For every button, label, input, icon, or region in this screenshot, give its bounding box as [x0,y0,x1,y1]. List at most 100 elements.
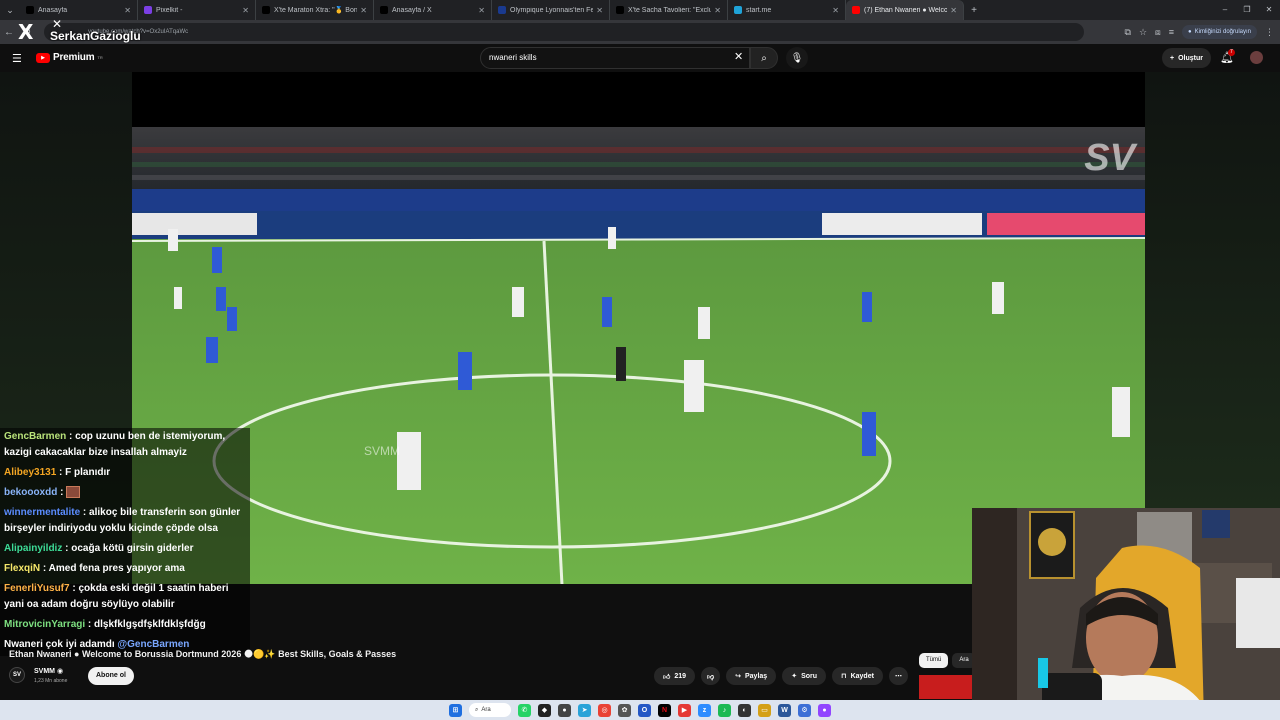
close-tab-icon[interactable]: ✕ [950,6,957,15]
streamer-handle: SerkanGazioglu [50,29,141,43]
video-watermark-text: SVMM [364,444,400,458]
close-tab-icon[interactable]: ✕ [360,6,367,15]
webcam-image [972,508,1280,720]
chat-username: bekoooxdd [4,487,58,498]
youtube-header: ☰ ▶ Premium TR nwaneri skills ✕ ⌕ 🎙 + Olu… [0,44,1280,72]
browser-tab-strip: ⌄ Anasayfa ✕ Pixelkit - ✕ X'te Maraton Xtra:… [0,0,1280,20]
channel-avatar[interactable]: SV [9,667,25,683]
chat-message: FenerliYusuf7 : çokda eski değil 1 saati… [0,580,250,616]
thumbs-up-icon: 👍︎ [663,673,671,681]
like-button[interactable]: 👍︎ 219 [654,667,696,685]
search-input[interactable]: nwaneri skills [480,47,750,69]
dislike-button[interactable]: 👎︎ [701,667,721,685]
profile-icon: ● [1188,29,1192,35]
back-icon[interactable]: ← [0,20,18,44]
bookmark-star-icon[interactable]: ☆ [1139,27,1147,38]
tab-search-chevron-icon[interactable]: ⌄ [0,0,20,20]
menu-hamburger-icon[interactable]: ☰ [12,52,22,65]
startme-icon [734,6,742,14]
close-tab-icon[interactable]: ✕ [714,6,721,15]
github-icon[interactable]: ● [558,703,571,717]
search-icon: ⌕ [475,706,479,713]
extensions-icon[interactable]: ⧈ [1155,27,1161,38]
browser-tab-label: (7) Ethan Nwaneri ● Welcom [864,6,948,14]
chat-separator: : [62,543,72,554]
youtube-logo[interactable]: ▶ Premium TR [36,52,103,63]
recommendation-chips: Tümü Ara [919,653,976,668]
telegram-icon[interactable]: ➤ [578,703,591,717]
whatsapp-icon[interactable]: ✆ [518,703,531,717]
chat-separator: : [66,431,76,442]
browser-tab[interactable]: (7) Ethan Nwaneri ● Welcom ✕ [846,0,964,20]
browser-tab[interactable]: Olympique Lyonnais'ten Fenerb✕ [492,0,610,20]
office-icon[interactable]: O [638,703,651,717]
media-controls-icon[interactable]: ≡ [1169,27,1174,37]
chat-message: Alipainyildiz : ocağa kötü girsin giderl… [0,540,250,560]
x-logo-icon: X [18,20,34,44]
subscriber-count: 1,23 Mn abone [34,678,68,684]
media-icon[interactable]: ▶ [678,703,691,717]
more-actions-button[interactable]: ⋯ [888,667,908,685]
minimize-icon[interactable]: – [1214,0,1236,20]
windows-start-icon[interactable]: ⊞ [449,703,462,717]
new-tab-button[interactable]: + [964,5,984,16]
chat-separator: : [40,563,49,574]
like-count: 219 [674,672,687,680]
taskbar-search[interactable]: ⌕ Ara [469,703,511,717]
chat-text: ocağa kötü girsin giderler [71,543,194,554]
browser-tab[interactable]: Anasayfa ✕ [20,0,138,20]
browser-tab[interactable]: start.me ✕ [728,0,846,20]
subscribe-button[interactable]: Abone ol [88,667,134,685]
chat-username: winnermentalite [4,507,81,518]
browser-menu-icon[interactable]: ⋮ [1265,27,1274,38]
chat-separator: : [80,507,90,518]
browser-tab-label: Anasayfa / X [392,6,432,14]
ask-button[interactable]: ✦ Soru [782,667,827,685]
game-icon[interactable]: ◐ [738,703,751,717]
create-button[interactable]: + Oluştur [1162,48,1211,68]
chat-message: bekoooxdd : [0,484,250,504]
browser-tab[interactable]: Pixelkit - ✕ [138,0,256,20]
recommendation-thumbnail[interactable] [919,675,974,699]
obs-icon[interactable]: ● [818,703,831,717]
account-avatar[interactable] [1250,51,1263,64]
browser-tab[interactable]: X'te Sacha Tavolieri: "Exclus ✕ [610,0,728,20]
maximize-icon[interactable]: ❐ [1236,0,1258,20]
chatgpt-icon[interactable]: ✿ [618,703,631,717]
netflix-icon[interactable]: N [658,703,671,717]
verify-identity-button[interactable]: ● Kimliğinizi doğrulayın [1182,25,1257,39]
chat-username: GencBarmen [4,431,67,442]
chat-message: Alibey3131 : F planıdır [0,464,250,484]
browser-tab-label: Pixelkit - [156,6,183,14]
video-actions: 👍︎ 219 👎︎ ↪ Paylaş ✦ Soru ⊓ Kaydet ⋯ [654,667,908,685]
clear-search-icon[interactable]: ✕ [734,50,743,63]
settings-icon[interactable]: ⚙ [798,703,811,717]
zoom-icon[interactable]: z [698,703,711,717]
spotify-icon[interactable]: ♪ [718,703,731,717]
url-field[interactable]: youtube.com/watch?v=Ox2uIATqaWc [44,23,1084,41]
channel-name-text: SVMM [34,668,55,675]
youtube-brand: Premium [53,52,95,63]
share-button[interactable]: ↪ Paylaş [726,667,777,685]
chip-all[interactable]: Tümü [919,653,949,668]
word-icon[interactable]: W [778,703,791,717]
video-title: Ethan Nwaneri ● Welcome to Borussia Dort… [9,649,397,659]
voice-search-button[interactable]: 🎙 [786,47,808,69]
search-button[interactable]: ⌕ [750,47,778,69]
close-tab-icon[interactable]: ✕ [242,6,249,15]
close-tab-icon[interactable]: ✕ [596,6,603,15]
channel-name[interactable]: SVMM ◉ [34,667,63,675]
app-icon[interactable]: ◆ [538,703,551,717]
close-tab-icon[interactable]: ✕ [478,6,485,15]
close-window-icon[interactable]: ✕ [1258,0,1280,20]
more-icon: ⋯ [894,673,902,680]
browser-tab[interactable]: Anasayfa / X ✕ [374,0,492,20]
browser-tab[interactable]: X'te Maraton Xtra: "🥇 Bonussu✕ [256,0,374,20]
close-tab-icon[interactable]: ✕ [124,6,131,15]
install-app-icon[interactable]: ⧉ [1125,27,1131,38]
close-tab-icon[interactable]: ✕ [832,6,839,15]
save-button[interactable]: ⊓ Kaydet [832,667,883,685]
chrome-icon[interactable]: ◎ [598,703,611,717]
chat-message: MitrovicinYarragi : dlşkfklgşdfşklfdklşf… [0,616,250,636]
folder-icon[interactable]: ▭ [758,703,771,717]
